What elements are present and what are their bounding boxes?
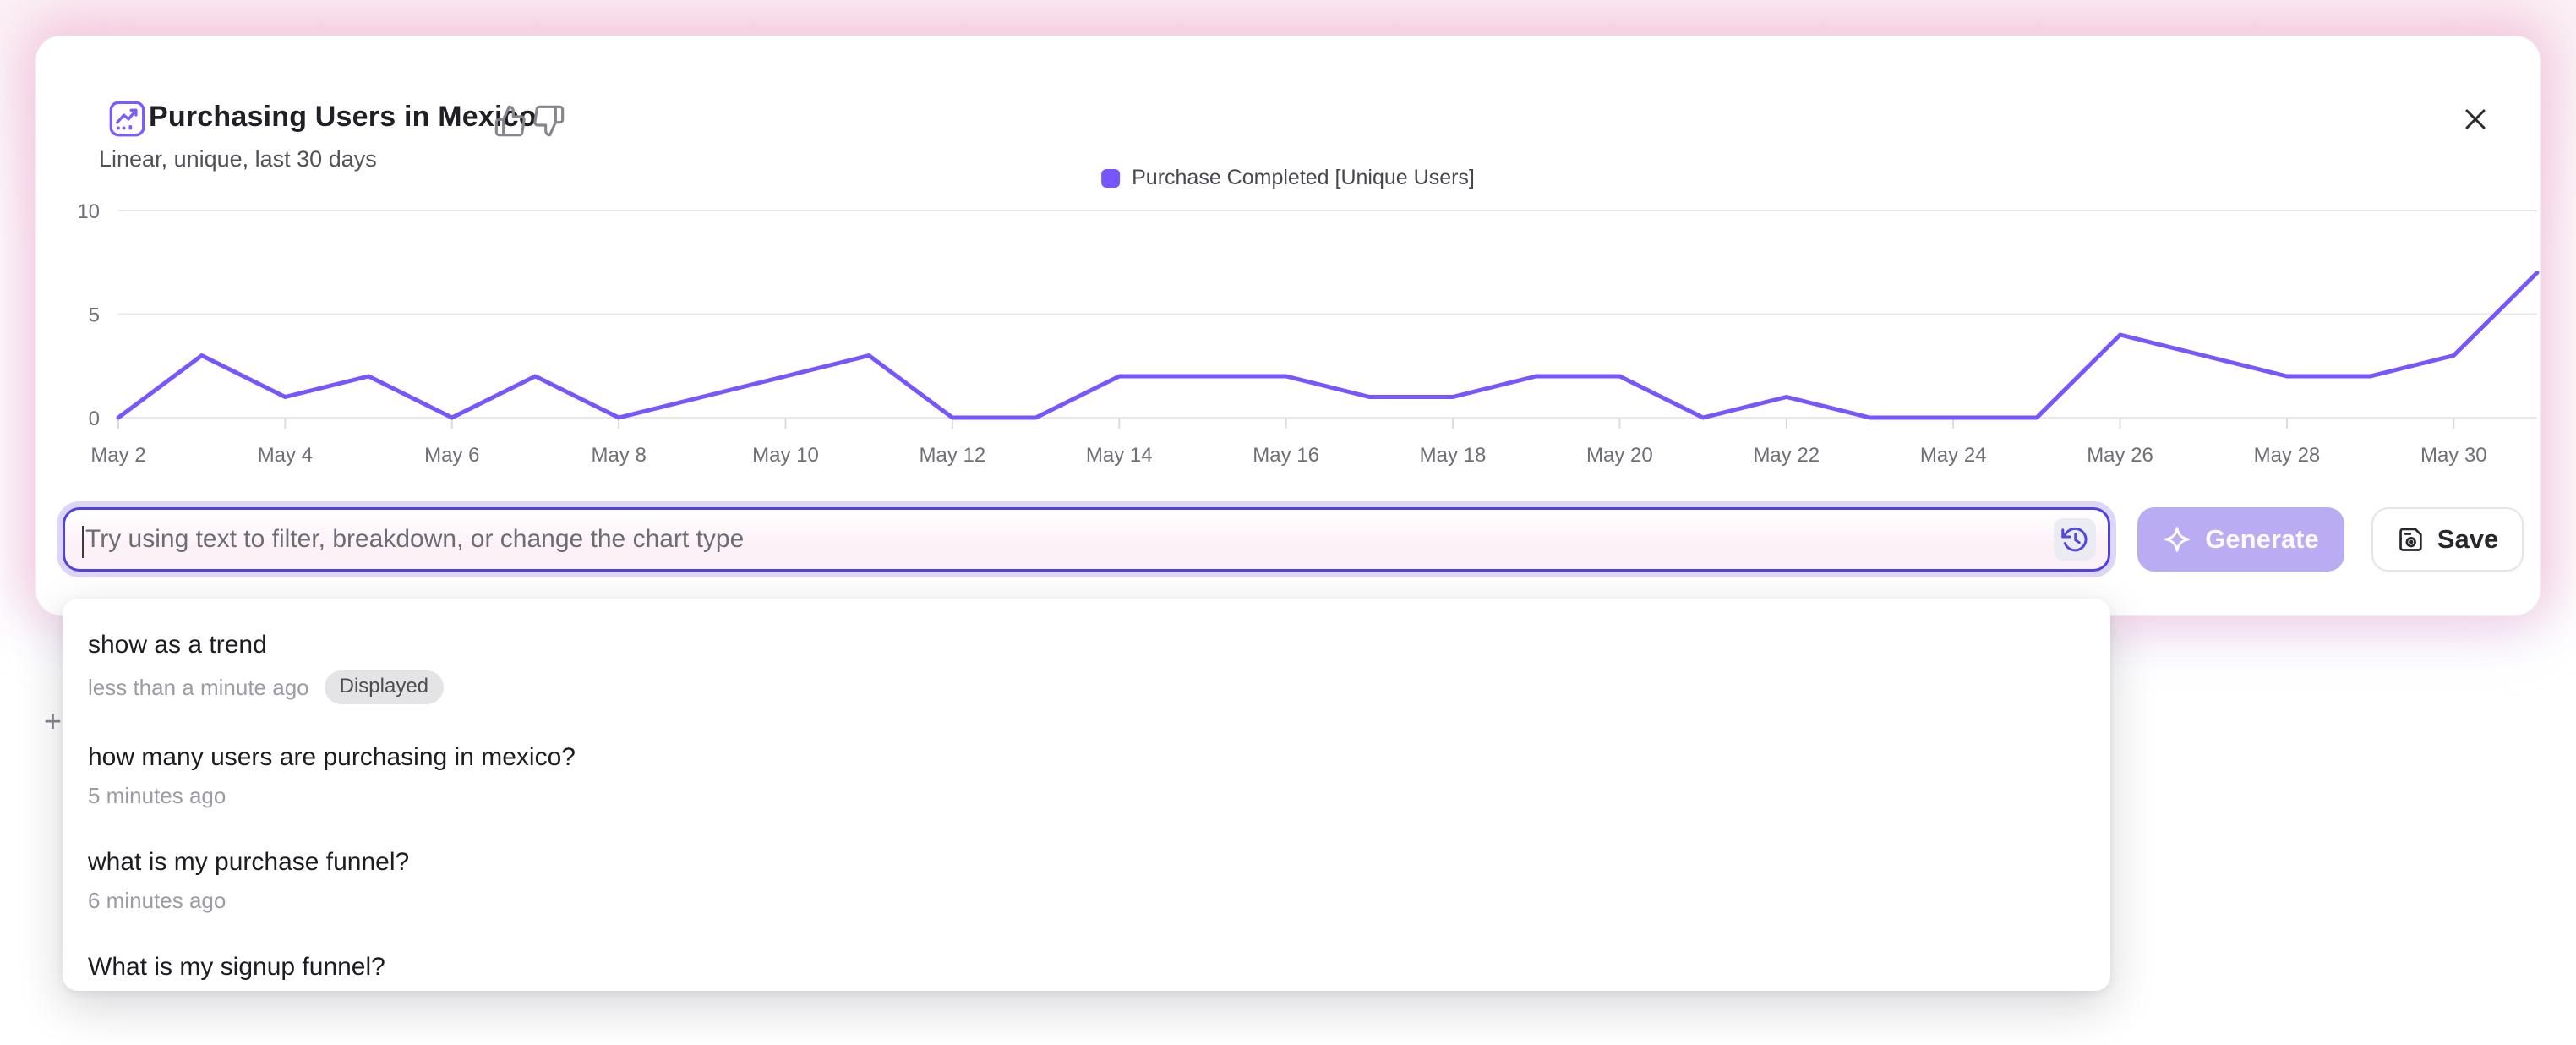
legend-swatch <box>1101 169 1120 188</box>
history-item-title: what is my purchase funnel? <box>88 848 2082 877</box>
generate-button[interactable]: Generate <box>2137 507 2344 572</box>
ai-prompt-field[interactable] <box>63 507 2110 572</box>
history-item[interactable]: What is my signup funnel? 6 minutes ago <box>63 933 2110 991</box>
thumbs-down-icon <box>532 104 565 138</box>
history-item-time: less than a minute ago <box>88 675 309 701</box>
chart-settings-summary: Linear, unique, last 30 days <box>99 146 377 172</box>
history-item-title: how many users are purchasing in mexico? <box>88 743 2082 772</box>
text-caret <box>82 526 84 558</box>
prompt-input[interactable] <box>65 510 2054 569</box>
save-button[interactable]: Save <box>2371 507 2524 572</box>
history-item-title: show as a trend <box>88 631 2082 659</box>
thumbs-down-button[interactable] <box>532 104 565 138</box>
save-icon <box>2397 525 2426 554</box>
close-button[interactable] <box>2459 102 2492 136</box>
legend-label: Purchase Completed [Unique Users] <box>1132 166 1475 190</box>
history-item-time: 5 minutes ago <box>88 783 226 809</box>
history-item[interactable]: show as a trend less than a minute ago D… <box>63 610 2110 723</box>
history-item-time: 6 minutes ago <box>88 888 226 914</box>
generate-button-label: Generate <box>2205 524 2318 555</box>
close-icon <box>2459 102 2492 136</box>
page-title: Purchasing Users in Mexico <box>149 101 537 134</box>
history-item-title: What is my signup funnel? <box>88 953 2082 982</box>
line-chart-icon <box>107 99 147 139</box>
history-button[interactable] <box>2054 518 2096 561</box>
prompt-history-dropdown: show as a trend less than a minute ago D… <box>63 599 2110 991</box>
legend-item[interactable]: Purchase Completed [Unique Users] <box>1101 166 1475 190</box>
thumbs-up-button[interactable] <box>494 104 527 138</box>
history-clock-icon <box>2060 524 2090 555</box>
save-button-label: Save <box>2437 524 2498 555</box>
thumbs-up-icon <box>494 104 527 138</box>
history-item[interactable]: how many users are purchasing in mexico?… <box>63 723 2110 828</box>
history-item[interactable]: what is my purchase funnel? 6 minutes ag… <box>63 828 2110 933</box>
plus-icon[interactable]: + <box>44 703 62 739</box>
sparkle-icon <box>2163 525 2191 554</box>
displayed-badge: Displayed <box>325 670 444 704</box>
